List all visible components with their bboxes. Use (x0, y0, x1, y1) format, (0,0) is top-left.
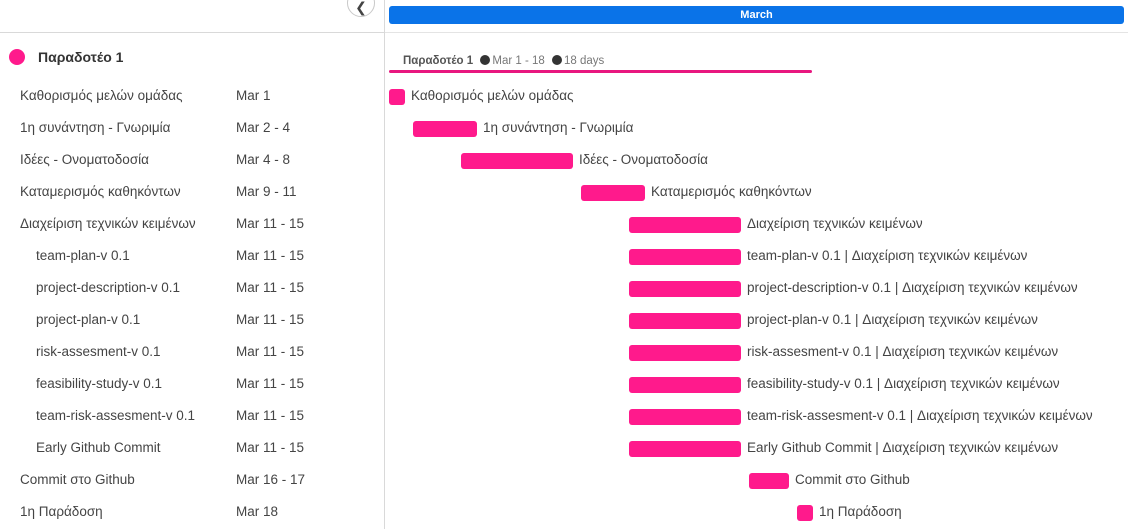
gantt-bar-label: team-risk-assesment-v 0.1 | Διαχείριση τ… (747, 408, 1093, 423)
task-row[interactable]: project-plan-v 0.1 Mar 11 - 15 (0, 304, 384, 336)
gantt-bar-label: Ιδέες - Ονοματοδοσία (579, 152, 708, 167)
gantt-bar[interactable] (797, 505, 813, 521)
task-name: Διαχείριση τεχνικών κειμένων (20, 216, 196, 231)
gantt-bar[interactable] (629, 409, 741, 425)
task-row[interactable]: Καταμερισμός καθηκόντων Mar 9 - 11 (0, 176, 384, 208)
group-summary: Παραδοτέο 1 Mar 1 - 18 18 days (403, 55, 604, 67)
task-dates: Mar 9 - 11 (236, 184, 297, 199)
task-dates: Mar 11 - 15 (236, 376, 305, 391)
gantt-bar[interactable] (581, 185, 645, 201)
task-dates: Mar 11 - 15 (236, 216, 305, 231)
gantt-bar-label: team-plan-v 0.1 | Διαχείριση τεχνικών κε… (747, 248, 1028, 263)
group-summary-bar[interactable] (389, 70, 812, 73)
task-row[interactable]: 1η συνάντηση - Γνωριμία Mar 2 - 4 (0, 112, 384, 144)
gantt-bar[interactable] (629, 281, 741, 297)
task-name: 1η συνάντηση - Γνωριμία (20, 120, 171, 135)
gantt-bar-label: project-description-v 0.1 | Διαχείριση τ… (747, 280, 1078, 295)
gantt-bar-label: 1η συνάντηση - Γνωριμία (483, 120, 634, 135)
gantt-bar-label: Commit στο Github (795, 472, 910, 487)
task-name: 1η Παράδοση (20, 504, 103, 519)
gantt-bar[interactable] (461, 153, 573, 169)
task-dates: Mar 11 - 15 (236, 408, 305, 423)
gantt-bar[interactable] (629, 377, 741, 393)
task-dates: Mar 11 - 15 (236, 248, 305, 263)
gantt-bar[interactable] (629, 249, 741, 265)
month-header: March (389, 6, 1124, 24)
task-row[interactable]: project-description-v 0.1 Mar 11 - 15 (0, 272, 384, 304)
task-name: team-risk-assesment-v 0.1 (36, 408, 196, 423)
gantt-bar-label: Διαχείριση τεχνικών κειμένων (747, 216, 923, 231)
task-dates: Mar 4 - 8 (236, 152, 291, 167)
task-row[interactable]: team-risk-assesment-v 0.1 Mar 11 - 15 (0, 400, 384, 432)
task-list-header: ❮ (0, 0, 384, 33)
task-name: Commit στο Github (20, 472, 135, 487)
dot-icon (552, 55, 563, 65)
group-color-dot (9, 49, 25, 65)
task-list-panel: ❮ Παραδοτέο 1 Καθορισμός μελών ομάδας Mar… (0, 0, 385, 529)
task-dates: Mar 16 - 17 (236, 472, 306, 487)
gantt-bar-label: project-plan-v 0.1 | Διαχείριση τεχνικών… (747, 312, 1038, 327)
task-name: feasibility-study-v 0.1 (36, 376, 163, 391)
task-name: project-description-v 0.1 (36, 280, 181, 295)
task-name: team-plan-v 0.1 (36, 248, 130, 263)
task-name: risk-assesment-v 0.1 (36, 344, 161, 359)
gantt-bar[interactable] (629, 313, 741, 329)
task-row[interactable]: Διαχείριση τεχνικών κειμένων Mar 11 - 15 (0, 208, 384, 240)
task-row[interactable]: 1η Παράδοση Mar 18 (0, 496, 384, 528)
task-name: Καταμερισμός καθηκόντων (20, 184, 181, 199)
gantt-bar[interactable] (629, 217, 741, 233)
task-row[interactable]: risk-assesment-v 0.1 Mar 11 - 15 (0, 336, 384, 368)
task-name: Καθορισμός μελών ομάδας (20, 88, 183, 103)
task-dates: Mar 11 - 15 (236, 280, 305, 295)
group-title: Παραδοτέο 1 (38, 49, 124, 65)
gantt-bar-label: risk-assesment-v 0.1 | Διαχείριση τεχνικ… (747, 344, 1059, 359)
gantt-bar[interactable] (629, 345, 741, 361)
task-dates: Mar 11 - 15 (236, 440, 305, 455)
gantt-bar[interactable] (629, 441, 741, 457)
gantt-bar[interactable] (389, 89, 405, 105)
task-dates: Mar 18 (236, 504, 279, 519)
gantt-bar-label: Early Github Commit | Διαχείριση τεχνικώ… (747, 440, 1059, 455)
gantt-bar[interactable] (413, 121, 477, 137)
task-row[interactable]: Early Github Commit Mar 11 - 15 (0, 432, 384, 464)
task-name: project-plan-v 0.1 (36, 312, 141, 327)
summary-title: Παραδοτέο 1 (403, 55, 474, 67)
group-header[interactable]: Παραδοτέο 1 (0, 44, 384, 70)
task-dates: Mar 11 - 15 (236, 312, 305, 327)
task-dates: Mar 11 - 15 (236, 344, 305, 359)
task-row[interactable]: Commit στο Github Mar 16 - 17 (0, 464, 384, 496)
task-name: Ιδέες - Ονοματοδοσία (20, 152, 149, 167)
collapse-panel-button[interactable]: ❮ (347, 0, 375, 17)
summary-duration: 18 days (564, 55, 605, 67)
timeline-divider (385, 32, 1128, 33)
task-name: Early Github Commit (36, 440, 161, 455)
task-row[interactable]: Ιδέες - Ονοματοδοσία Mar 4 - 8 (0, 144, 384, 176)
summary-range: Mar 1 - 18 (492, 55, 545, 67)
gantt-bar-label: Καταμερισμός καθηκόντων (651, 184, 812, 199)
chevron-left-icon: ❮ (355, 0, 367, 15)
task-dates: Mar 2 - 4 (236, 120, 291, 135)
gantt-bar-label: feasibility-study-v 0.1 | Διαχείριση τεχ… (747, 376, 1060, 391)
task-row[interactable]: team-plan-v 0.1 Mar 11 - 15 (0, 240, 384, 272)
dot-icon (480, 55, 491, 65)
task-dates: Mar 1 (236, 88, 271, 103)
gantt-bar[interactable] (749, 473, 789, 489)
task-row[interactable]: feasibility-study-v 0.1 Mar 11 - 15 (0, 368, 384, 400)
gantt-bar-label: Καθορισμός μελών ομάδας (411, 88, 574, 103)
gantt-bar-label: 1η Παράδοση (819, 504, 902, 519)
task-row[interactable]: Καθορισμός μελών ομάδας Mar 1 (0, 80, 384, 112)
